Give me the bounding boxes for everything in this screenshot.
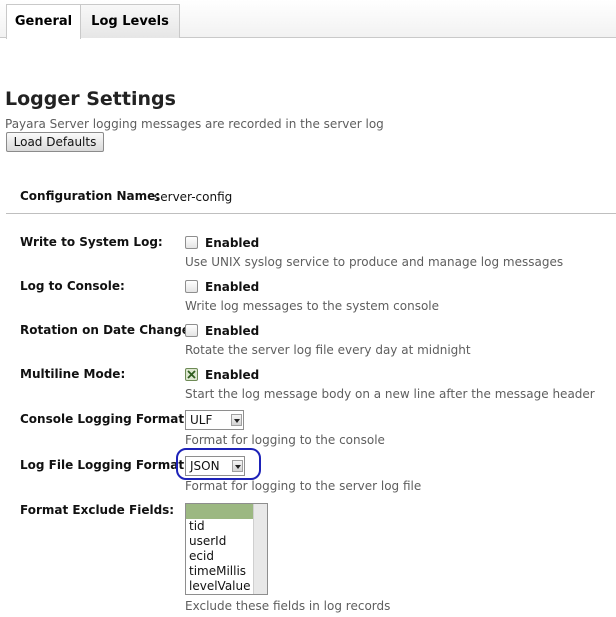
multiline-mode-help: Start the log message body on a new line… [185,387,595,401]
log-to-console-help: Write log messages to the system console [185,299,440,313]
load-defaults-button[interactable]: Load Defaults [6,132,104,152]
log-file-logging-format-label: Log File Logging Format: [20,458,189,472]
console-logging-format-value: ULF [190,413,213,427]
rotation-on-date-change-checkbox[interactable] [185,324,198,337]
page-help-text: Payara Server logging messages are recor… [5,117,384,131]
multiline-mode-label: Multiline Mode: [20,367,126,381]
tab-bar: General Log Levels [0,0,616,39]
listbox-scrollbar[interactable] [253,504,267,594]
log-file-logging-format-select[interactable]: JSON [185,456,245,476]
log-to-console-label: Log to Console: [20,279,125,293]
list-option[interactable]: userId [186,534,254,549]
chevron-down-icon[interactable] [231,414,242,426]
console-logging-format-help: Format for logging to the console [185,433,385,447]
configuration-name-value: server-config [154,190,233,204]
list-option[interactable]: levelValue [186,579,254,594]
chevron-down-icon[interactable] [232,460,243,472]
list-option[interactable] [186,504,254,519]
console-logging-format-label: Console Logging Format: [20,412,189,426]
list-option[interactable]: timeMillis [186,564,254,579]
rotation-on-date-change-help: Rotate the server log file every day at … [185,343,471,357]
multiline-mode-enabled-label[interactable]: Enabled [205,368,259,382]
tab-log-levels[interactable]: Log Levels [80,4,180,38]
write-to-system-log-enabled-label[interactable]: Enabled [205,236,259,250]
log-file-logging-format-value: JSON [190,459,220,473]
log-to-console-enabled-label[interactable]: Enabled [205,280,259,294]
page-title: Logger Settings [5,88,176,110]
format-exclude-fields-help: Exclude these fields in log records [185,599,391,613]
write-to-system-log-help: Use UNIX syslog service to produce and m… [185,255,564,269]
multiline-mode-checkbox[interactable] [185,368,198,381]
log-file-logging-format-help: Format for logging to the server log fil… [185,479,422,493]
tab-general[interactable]: General [6,4,81,39]
rotation-on-date-change-label: Rotation on Date Change: [20,323,195,337]
log-to-console-checkbox[interactable] [185,280,198,293]
console-logging-format-select[interactable]: ULF [185,410,244,430]
list-option[interactable]: ecid [186,549,254,564]
write-to-system-log-checkbox[interactable] [185,236,198,249]
rotation-on-date-change-enabled-label[interactable]: Enabled [205,324,259,338]
format-exclude-fields-listbox[interactable]: tid userId ecid timeMillis levelValue [185,503,268,595]
configuration-name-label: Configuration Name: [20,189,161,203]
list-option[interactable]: tid [186,519,254,534]
write-to-system-log-label: Write to System Log: [20,235,163,249]
check-mark-icon [187,370,196,379]
section-divider [6,213,616,214]
format-exclude-fields-label: Format Exclude Fields: [20,503,175,517]
